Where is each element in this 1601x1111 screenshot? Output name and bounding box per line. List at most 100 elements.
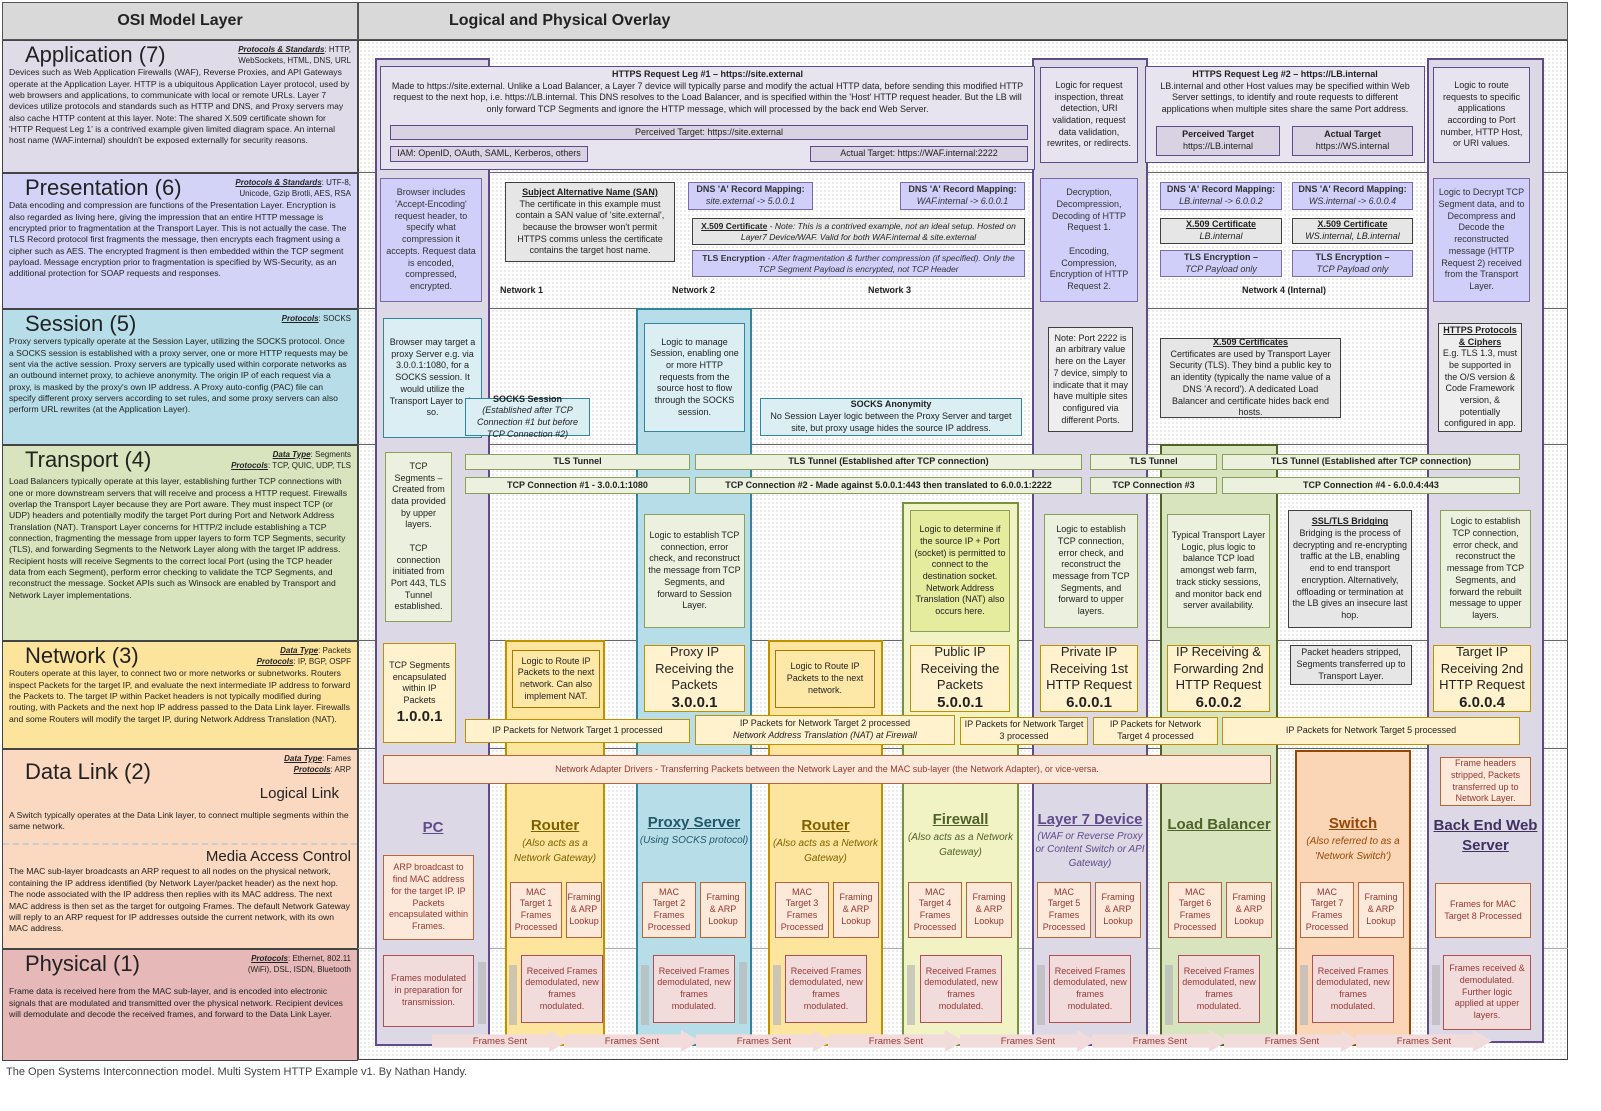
layer-divider xyxy=(358,308,1568,309)
layer-session: Session (5) Protocols: SOCKS Proxy serve… xyxy=(2,309,358,445)
tls-tunnel-4: TLS Tunnel (Established after TCP connec… xyxy=(1222,454,1520,470)
layer-description: Devices such as Web Application Firewall… xyxy=(9,67,350,146)
tcp-connection-1: TCP Connection #1 - 3.0.0.1:1080 xyxy=(465,477,690,494)
device-load-balancer: Load Balancer xyxy=(1167,816,1271,833)
protocols-label: Protocols xyxy=(231,461,268,471)
text: Certificates are used by Transport Layer… xyxy=(1169,348,1332,418)
text: TCP connection initiated from Port 443, … xyxy=(390,542,447,612)
layer-transport: Transport (4) Data Type: Segments Protoco… xyxy=(2,445,358,641)
dns-record-2: DNS 'A' Record Mapping: WAF.internal -> 6… xyxy=(900,182,1025,210)
label: Perceived Target xyxy=(1182,129,1254,140)
layer-protocols: Data Type: Packets Protocols: IP, BGP, OS… xyxy=(257,645,351,667)
leg-2-actual-target: Actual Target https://WS.internal xyxy=(1292,126,1413,156)
protocols-value: : IP, BGP, OSPF xyxy=(293,657,351,667)
value: LB.internal -> 6.0.0.2 xyxy=(1179,196,1263,206)
text: - After fragmentation & further compress… xyxy=(758,253,1015,275)
layer-description: Proxy servers typically operate at the S… xyxy=(9,336,348,415)
tcp-connection-2: TCP Connection #2 - Made against 5.0.0.1… xyxy=(695,477,1082,494)
datatype-label: Data Type xyxy=(280,646,319,655)
text: IP Receiving & Forwarding 2nd HTTP Reque… xyxy=(1173,644,1264,692)
title: Subject Alternative Name (SAN) xyxy=(522,186,658,197)
network-1-label: Network 1 xyxy=(500,285,544,295)
datatype-value: : Packets xyxy=(318,646,351,655)
router-2-physical: Received Frames demodulated, new frames … xyxy=(785,955,867,1023)
ip-address: 6.0.0.2 xyxy=(1195,694,1242,712)
device-firewall: Firewall (Also acts as a Network Gateway) xyxy=(907,811,1014,858)
device-router-2: Router (Also acts as a Network Gateway) xyxy=(772,817,879,864)
title: SOCKS Session xyxy=(492,393,563,404)
tls-encryption-1: TLS Encryption - After fragmentation & f… xyxy=(692,250,1025,277)
back-end-mac-target-8: Frames for MAC Target 8 Processed xyxy=(1435,883,1531,938)
protocols-value: : Ethernet, 802.11 xyxy=(287,954,351,963)
layer7-network: Private IP Receiving 1st HTTP Request 6.0… xyxy=(1040,644,1138,712)
title: TLS Encryption – xyxy=(1183,251,1258,262)
back-end-physical: Frames received & demodulated. Further l… xyxy=(1443,955,1531,1030)
tcp-connection-3: TCP Connection #3 xyxy=(1090,477,1217,494)
text: (Established after TCP Connection #1 but… xyxy=(476,405,579,439)
device-proxy-server: Proxy Server (Using SOCKS protocol) xyxy=(639,814,749,846)
san-box: Subject Alternative Name (SAN) The certif… xyxy=(505,182,675,262)
arrow-up-icon xyxy=(1300,965,1308,1025)
title: DNS 'A' Record Mapping: xyxy=(696,184,805,195)
datatype-label: Data Type xyxy=(272,450,311,459)
title: X.509 Certificate xyxy=(1185,219,1257,230)
osi-layer-header: OSI Model Layer xyxy=(2,2,358,40)
back-end-presentation: Logic to Decrypt TCP Segment data, and t… xyxy=(1433,178,1530,302)
protocols-label: Protocols xyxy=(281,314,319,323)
tls-encryption-ws: TLS Encryption – TCP Payload only xyxy=(1292,250,1413,277)
firewall-network: Public IP Receiving the Packets 5.0.0.1 xyxy=(910,644,1010,712)
text: Private IP Receiving 1st HTTP Request xyxy=(1046,644,1132,692)
ip-packets-target-1: IP Packets for Network Target 1 processe… xyxy=(465,719,690,743)
dns-record-4: DNS 'A' Record Mapping: WS.internal -> 6.… xyxy=(1292,182,1413,210)
protocols-value: : UTF-8, xyxy=(321,178,351,187)
sublayer-divider xyxy=(3,842,357,845)
datatype-value: : Segments xyxy=(310,450,351,459)
title: DNS 'A' Record Mapping: xyxy=(1298,184,1407,195)
protocols-value: : ARP xyxy=(330,765,351,775)
protocols-label: Protocols xyxy=(293,765,331,775)
tcp-connection-4: TCP Connection #4 - 6.0.0.4:443 xyxy=(1222,477,1520,494)
router-2-network-logic: Logic to Route IP Packets to the next ne… xyxy=(775,650,875,708)
device-layer7: Layer 7 Device (WAF or Reverse Proxy or C… xyxy=(1035,811,1145,869)
ip-address: 1.0.0.1 xyxy=(396,707,443,725)
title: SOCKS Anonymity xyxy=(850,399,932,410)
layer7-app-logic: Logic for request inspection, threat det… xyxy=(1040,67,1138,163)
arrow-up-icon xyxy=(1165,965,1173,1025)
leg-1-iam: IAM: OpenID, OAuth, SAML, Kerberos, othe… xyxy=(390,146,588,162)
leg-1-text: Made to https://site.external. Unlike a … xyxy=(391,80,1024,115)
layer-description: Data encoding and compression are functi… xyxy=(9,200,347,279)
layer-protocols: Data Type: Segments Protocols: TCP, QUIC,… xyxy=(231,449,351,471)
framing-arp-3: Framing & ARP Lookup xyxy=(833,882,879,938)
https-protocols-ciphers: HTTPS Protocols & Ciphers E.g. TLS 1.3, m… xyxy=(1438,323,1522,432)
title: X.509 Certificate xyxy=(701,221,768,231)
layer-description: Load Balancers typically operate at this… xyxy=(9,476,347,600)
network-adapter-drivers: Network Adapter Drivers - Transferring P… xyxy=(383,755,1271,784)
logical-link-title: Logical Link xyxy=(259,785,339,803)
value: WS.internal, LB.internal xyxy=(1305,231,1400,241)
overlay-header: Logical and Physical Overlay xyxy=(358,2,1568,40)
text: Proxy IP Receiving the Packets xyxy=(655,644,734,692)
leg-1-perceived-target: Perceived Target: https://site.external xyxy=(390,125,1028,140)
lb-transport: Typical Transport Layer Logic, plus logi… xyxy=(1167,514,1270,628)
device-router-1: Router (Also acts as a Network Gateway) xyxy=(513,817,597,864)
proxy-network: Proxy IP Receiving the Packets 3.0.0.1 xyxy=(644,644,745,712)
lb-physical: Received Frames demodulated, new frames … xyxy=(1178,955,1260,1023)
text: Public IP Receiving the Packets xyxy=(920,644,1000,692)
layer-description: Frame data is received here from the MAC… xyxy=(9,986,343,1019)
text: The certificate in this example must con… xyxy=(515,198,665,256)
lb-network: IP Receiving & Forwarding 2nd HTTP Reque… xyxy=(1167,644,1270,712)
pc-network: TCP Segments encapsulated within IP Pack… xyxy=(383,643,456,743)
title: TLS Encryption xyxy=(702,253,766,263)
back-end-transport: Logic to establish TCP connection, error… xyxy=(1440,510,1531,628)
router-1-physical: Received Frames demodulated, new frames … xyxy=(521,955,603,1023)
framing-arp-1: Framing & ARP Lookup xyxy=(566,882,602,938)
ip-packets-target-5: IP Packets for Network Target 5 processe… xyxy=(1222,717,1520,745)
arrow-up-icon xyxy=(509,965,517,1025)
x509-certificate-1: X.509 Certificate - Note: This is a cont… xyxy=(692,218,1025,245)
title: DNS 'A' Record Mapping: xyxy=(908,184,1017,195)
protocols-value: : HTTP, xyxy=(324,45,351,54)
layer-physical: Physical (1) Protocols: Ethernet, 802.11… xyxy=(2,949,358,1061)
dns-record-1: DNS 'A' Record Mapping: site.external -> … xyxy=(688,182,813,210)
tls-encryption-lb: TLS Encryption – TCP Payload only xyxy=(1160,250,1282,277)
value: https://WS.internal xyxy=(1315,141,1390,151)
